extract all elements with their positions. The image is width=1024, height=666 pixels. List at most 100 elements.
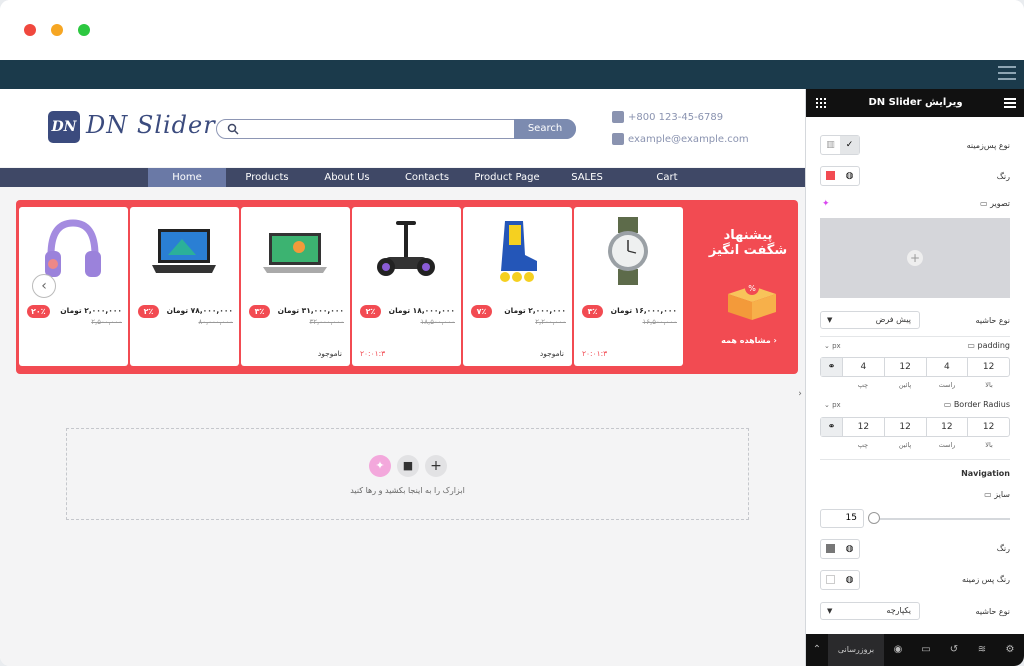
responsive-icon[interactable]: ▭: [920, 644, 932, 656]
radius-top-right-input[interactable]: 12: [927, 418, 969, 436]
sparkle-icon: ✦: [375, 459, 385, 472]
desktop-icon: ▭: [943, 400, 952, 409]
border-type-select[interactable]: پیش فرض ▼: [820, 311, 920, 329]
chevron-down-icon: ⌄: [824, 401, 830, 409]
minimize-window-button[interactable]: [51, 24, 63, 36]
gear-icon[interactable]: ⚙: [1004, 644, 1016, 656]
template-library-button[interactable]: ■: [397, 455, 419, 477]
globe-icon[interactable]: ◍: [840, 571, 859, 589]
window-titlebar: [0, 0, 1024, 60]
link-icon[interactable]: ⚭: [821, 418, 843, 436]
nav-home[interactable]: Home: [148, 168, 226, 187]
image-upload-area[interactable]: +: [820, 218, 1010, 298]
divider: [820, 336, 1010, 337]
padding-left-input[interactable]: 4: [843, 358, 885, 376]
discount-badge: ۲٪: [360, 305, 381, 318]
update-button[interactable]: بروزرسانی: [828, 634, 884, 666]
stock-status: ناموجود: [317, 349, 342, 358]
side-label-left: چپ: [857, 381, 869, 389]
nav-about-us[interactable]: About Us: [308, 168, 386, 187]
layers-icon[interactable]: ≋: [976, 644, 988, 656]
radius-inputs: ⚭ 12 12 12 12: [820, 417, 1010, 437]
check-icon[interactable]: ✓: [840, 136, 859, 154]
eye-icon[interactable]: ◉: [892, 644, 904, 656]
padding-right-input[interactable]: 4: [927, 358, 969, 376]
gradient-icon[interactable]: ▥: [821, 136, 840, 154]
bg-type-toggle[interactable]: ▥ ✓: [820, 135, 860, 155]
discount-badge: ۲۰٪: [27, 305, 50, 318]
stock-status: ناموجود: [539, 349, 564, 358]
countdown-timer: ۲۰:۰۱:۳: [360, 349, 386, 358]
product-old-price: ۲,۲۰۰,۰۰۰: [535, 318, 566, 326]
radius-bottom-left-input[interactable]: 12: [843, 418, 885, 436]
browser-window: DN DN Slider Search +800 123-45-6789 exa…: [0, 0, 1024, 666]
maximize-window-button[interactable]: [78, 24, 90, 36]
nav-cart[interactable]: Cart: [628, 168, 706, 187]
hamburger-menu-icon[interactable]: [998, 66, 1016, 82]
padding-top-input[interactable]: 12: [968, 358, 1009, 376]
product-card[interactable]: ۳٪ ۳۱,۰۰۰,۰۰۰ تومان ۳۲,۰۰۰,۰۰۰ ناموجود: [241, 207, 350, 366]
close-window-button[interactable]: [24, 24, 36, 36]
see-all-link[interactable]: ‹ مشاهده همه: [714, 336, 784, 345]
radius-bottom-right-input[interactable]: 12: [885, 418, 927, 436]
slider-prev-button[interactable]: ‹: [32, 274, 56, 298]
padding-unit[interactable]: ⌄ px: [824, 342, 841, 350]
padding-label-text: padding: [977, 341, 1010, 350]
color-picker[interactable]: ◍: [820, 166, 860, 186]
size-input[interactable]: 15: [820, 509, 864, 528]
phone-icon: [612, 111, 624, 123]
promo-title: پیشنهاد شگفت انگیز: [708, 228, 788, 258]
side-label-bottom: پائین: [898, 381, 912, 389]
add-section-button[interactable]: +: [425, 455, 447, 477]
product-card[interactable]: ۳٪ ۱۶,۰۰۰,۰۰۰ تومان ۱۶,۵۰۰,۰۰۰ ۲۰:۰۱:۳: [574, 207, 683, 366]
chevron-up-icon[interactable]: ⌃: [811, 644, 823, 656]
side-label-right: راست: [938, 381, 956, 389]
ai-sparkle-button[interactable]: ✦: [369, 455, 391, 477]
nav-color-label: رنگ: [996, 544, 1010, 553]
discount-badge: ۳٪: [249, 305, 270, 318]
nav-product-page[interactable]: Product Page: [468, 168, 546, 187]
radius-side-labels: بالا راست پائین چپ: [842, 441, 1010, 449]
mail-icon: [612, 133, 624, 145]
bg-type-label: نوع پس‌زمینه: [966, 141, 1010, 150]
widget-drop-zone[interactable]: ✦ ■ + ابزارک را به اینجا بکشید و رها کنی…: [66, 428, 749, 520]
color-swatch[interactable]: [821, 167, 840, 185]
nav-contacts[interactable]: Contacts: [388, 168, 466, 187]
size-slider-handle[interactable]: [868, 512, 880, 524]
padding-side-labels: بالا راست پائین چپ: [842, 381, 1010, 389]
product-card[interactable]: ۲٪ ۱۸,۰۰۰,۰۰۰ تومان ۱۸,۵۰۰,۰۰۰ ۲۰:۰۱:۳: [352, 207, 461, 366]
radius-unit[interactable]: ⌄ px: [824, 401, 841, 409]
nav-border-select[interactable]: یکپارچه ▼: [820, 602, 920, 620]
product-price: ۳۱,۰۰۰,۰۰۰ تومان: [277, 306, 344, 315]
nav-bg-picker[interactable]: ◍: [820, 570, 860, 590]
nav-products[interactable]: Products: [228, 168, 306, 187]
nav-sales[interactable]: SALES: [548, 168, 626, 187]
product-card[interactable]: ۷٪ ۲,۰۰۰,۰۰۰ تومان ۲,۲۰۰,۰۰۰ ناموجود: [463, 207, 572, 366]
size-slider-track[interactable]: [870, 518, 1010, 520]
history-icon[interactable]: ↺: [948, 644, 960, 656]
globe-icon[interactable]: ◍: [840, 167, 859, 185]
chevron-down-icon: ▼: [827, 316, 833, 324]
color-swatch[interactable]: [821, 540, 840, 558]
image-label-text: تصویر: [990, 199, 1010, 208]
site-header: DN DN Slider Search +800 123-45-6789 exa…: [0, 89, 805, 167]
side-label-bottom: پائین: [898, 441, 912, 449]
globe-icon[interactable]: ◍: [840, 540, 859, 558]
nav-color-picker[interactable]: ◍: [820, 539, 860, 559]
chevron-down-icon: ⌄: [824, 342, 830, 350]
hamburger-menu-icon[interactable]: [1004, 98, 1016, 108]
product-old-price: ۱۸,۵۰۰,۰۰۰: [420, 318, 455, 326]
color-swatch[interactable]: [821, 571, 840, 589]
radius-label: Border Radius ▭: [940, 400, 1010, 409]
padding-bottom-input[interactable]: 12: [885, 358, 927, 376]
link-icon[interactable]: ⚭: [821, 358, 843, 376]
ai-sparkle-icon[interactable]: ✦: [822, 199, 830, 209]
search-button[interactable]: Search: [514, 119, 576, 139]
panel-header: ویرایش DN Slider: [806, 89, 1024, 117]
product-card[interactable]: ۲٪ ۷۸,۰۰۰,۰۰۰ تومان ۸۰,۰۰۰,۰۰۰: [130, 207, 239, 366]
nav-bg-label: رنگ پس زمینه: [961, 575, 1010, 584]
radius-top-left-input[interactable]: 12: [968, 418, 1009, 436]
panel-collapse-handle[interactable]: ›: [795, 386, 805, 402]
search-input[interactable]: Search: [216, 119, 576, 139]
editor-panel: ویرایش DN Slider نوع پس‌زمینه ▥ ✓ رنگ ◍ …: [805, 89, 1024, 666]
